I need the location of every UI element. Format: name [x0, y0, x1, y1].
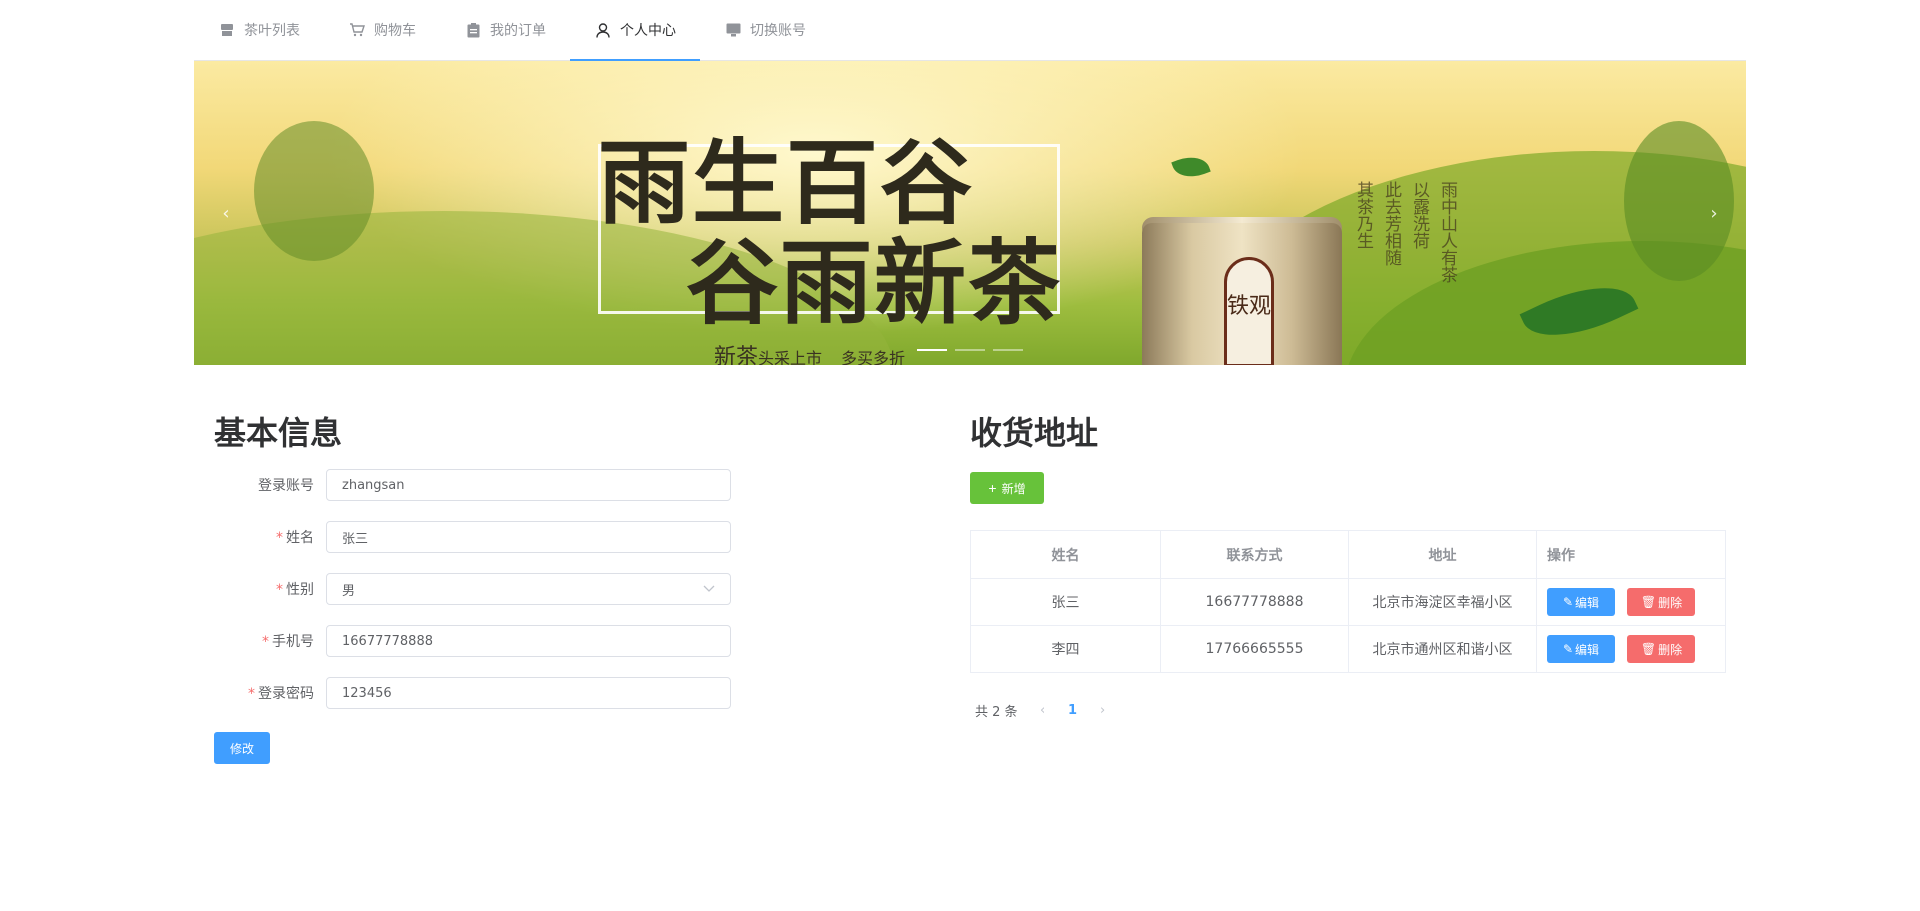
chevron-down-icon — [703, 582, 715, 596]
carousel-indicators — [917, 349, 1023, 351]
chevron-left-icon[interactable]: ‹ — [1028, 703, 1058, 718]
column-header: 联系方式 — [1160, 530, 1349, 579]
chevron-left-icon[interactable]: ‹ — [208, 195, 244, 231]
account-label: 登录账号 — [258, 478, 314, 494]
leaf-shape — [1171, 150, 1211, 184]
nav-item-label: 切换账号 — [750, 23, 806, 39]
add-address-button[interactable]: + 新增 — [970, 472, 1044, 504]
top-nav: 茶叶列表 购物车 我的订单 个人中心 切换账号 — [194, 0, 1746, 61]
delete-button[interactable]: 🗑 删除 — [1627, 588, 1696, 616]
table-row: 李四 17766665555 北京市通州区和谐小区 ✎ 编辑 🗑 删除 — [970, 625, 1726, 673]
name-field[interactable]: 张三 — [326, 521, 731, 553]
password-label: * 登录密码 — [248, 686, 314, 702]
cart-icon — [348, 21, 366, 39]
pagination: 共 2 条 ‹ 1 › — [970, 701, 1730, 720]
tea-can-label: 铁观 — [1224, 257, 1274, 365]
cell-phone: 17766665555 — [1160, 625, 1349, 673]
phone-label: * 手机号 — [262, 634, 314, 650]
cell-actions: ✎ 编辑 🗑 删除 — [1536, 625, 1726, 673]
cell-address: 北京市海淀区幸福小区 — [1348, 578, 1537, 626]
table-row: 张三 16677778888 北京市海淀区幸福小区 ✎ 编辑 🗑 删除 — [970, 578, 1726, 626]
edit-button[interactable]: ✎ 编辑 — [1547, 588, 1615, 616]
nav-item-orders[interactable]: 我的订单 — [440, 0, 570, 60]
cell-name: 张三 — [970, 578, 1161, 626]
chevron-right-icon[interactable]: › — [1696, 195, 1732, 231]
banner-title-line2: 谷雨新茶 — [686, 229, 1063, 337]
page: 茶叶列表 购物车 我的订单 个人中心 切换账号 雨生百谷 谷雨新茶 新茶头采上市… — [194, 0, 1746, 764]
password-field[interactable]: 123456 — [326, 677, 731, 709]
cell-phone: 16677778888 — [1160, 578, 1349, 626]
profile-section: 基本信息 登录账号 zhangsan * 姓名 张三 * 性别 男 * 手机号 166… — [214, 408, 914, 764]
address-table: 姓名 联系方式 地址 操作 张三 16677778888 北京市海淀区幸福小区 … — [970, 530, 1726, 673]
nav-item-switch-account[interactable]: 切换账号 — [700, 0, 830, 60]
column-header: 姓名 — [970, 530, 1161, 579]
gender-select[interactable]: 男 — [326, 573, 731, 605]
banner-subtitle: 新茶头采上市 多买多折 — [714, 345, 906, 365]
nav-item-tea-list[interactable]: 茶叶列表 — [194, 0, 324, 60]
form-row-password: * 登录密码 123456 — [214, 676, 914, 710]
page-number[interactable]: 1 — [1058, 703, 1088, 718]
chevron-right-icon[interactable]: › — [1088, 703, 1118, 718]
form-row-gender: * 性别 男 — [214, 572, 914, 606]
tree-shape — [254, 121, 374, 261]
form-row-name: * 姓名 张三 — [214, 520, 914, 554]
address-title: 收货地址 — [970, 415, 1099, 451]
account-field[interactable]: zhangsan — [326, 469, 731, 501]
address-section: 收货地址 + 新增 姓名 联系方式 地址 操作 张三 16677778888 北… — [970, 408, 1730, 720]
form-row-account: 登录账号 zhangsan — [214, 468, 914, 502]
calligraphy-text: 雨中山人有茶 以露洗荷 此去芳相随 其茶乃生 — [1353, 181, 1457, 283]
monitor-icon — [724, 21, 742, 39]
table-header-row: 姓名 联系方式 地址 操作 — [970, 530, 1726, 579]
nav-item-profile[interactable]: 个人中心 — [570, 0, 700, 61]
nav-item-label: 个人中心 — [620, 23, 676, 39]
shop-icon — [218, 21, 236, 39]
user-icon — [594, 21, 612, 39]
cell-address: 北京市通州区和谐小区 — [1348, 625, 1537, 673]
trash-icon: 🗑 — [1640, 642, 1657, 656]
carousel-banner: 雨生百谷 谷雨新茶 新茶头采上市 多买多折 铁观 雨中山人有茶 以露洗荷 此去芳相随… — [194, 61, 1746, 365]
phone-field[interactable]: 16677778888 — [326, 625, 731, 657]
cell-actions: ✎ 编辑 🗑 删除 — [1536, 578, 1726, 626]
trash-icon: 🗑 — [1640, 595, 1657, 609]
nav-item-label: 茶叶列表 — [244, 23, 300, 39]
pagination-total: 共 2 条 — [975, 705, 1018, 720]
form-row-phone: * 手机号 16677778888 — [214, 624, 914, 658]
submit-button[interactable]: 修改 — [214, 732, 270, 764]
carousel-dot[interactable] — [917, 349, 947, 351]
edit-button[interactable]: ✎ 编辑 — [1547, 635, 1615, 663]
name-label: * 姓名 — [276, 530, 314, 546]
clipboard-icon — [464, 21, 482, 39]
edit-icon: ✎ — [1562, 595, 1574, 609]
profile-title: 基本信息 — [214, 415, 343, 451]
nav-item-label: 我的订单 — [490, 23, 546, 39]
cell-name: 李四 — [970, 625, 1161, 673]
column-header: 操作 — [1536, 530, 1726, 579]
delete-button[interactable]: 🗑 删除 — [1627, 635, 1696, 663]
gender-label: * 性别 — [276, 582, 314, 598]
carousel-dot[interactable] — [955, 349, 985, 351]
nav-item-cart[interactable]: 购物车 — [324, 0, 440, 60]
column-header: 地址 — [1348, 530, 1537, 579]
edit-icon: ✎ — [1562, 642, 1574, 656]
nav-item-label: 购物车 — [374, 23, 416, 39]
carousel-dot[interactable] — [993, 349, 1023, 351]
plus-icon: + — [988, 480, 997, 496]
